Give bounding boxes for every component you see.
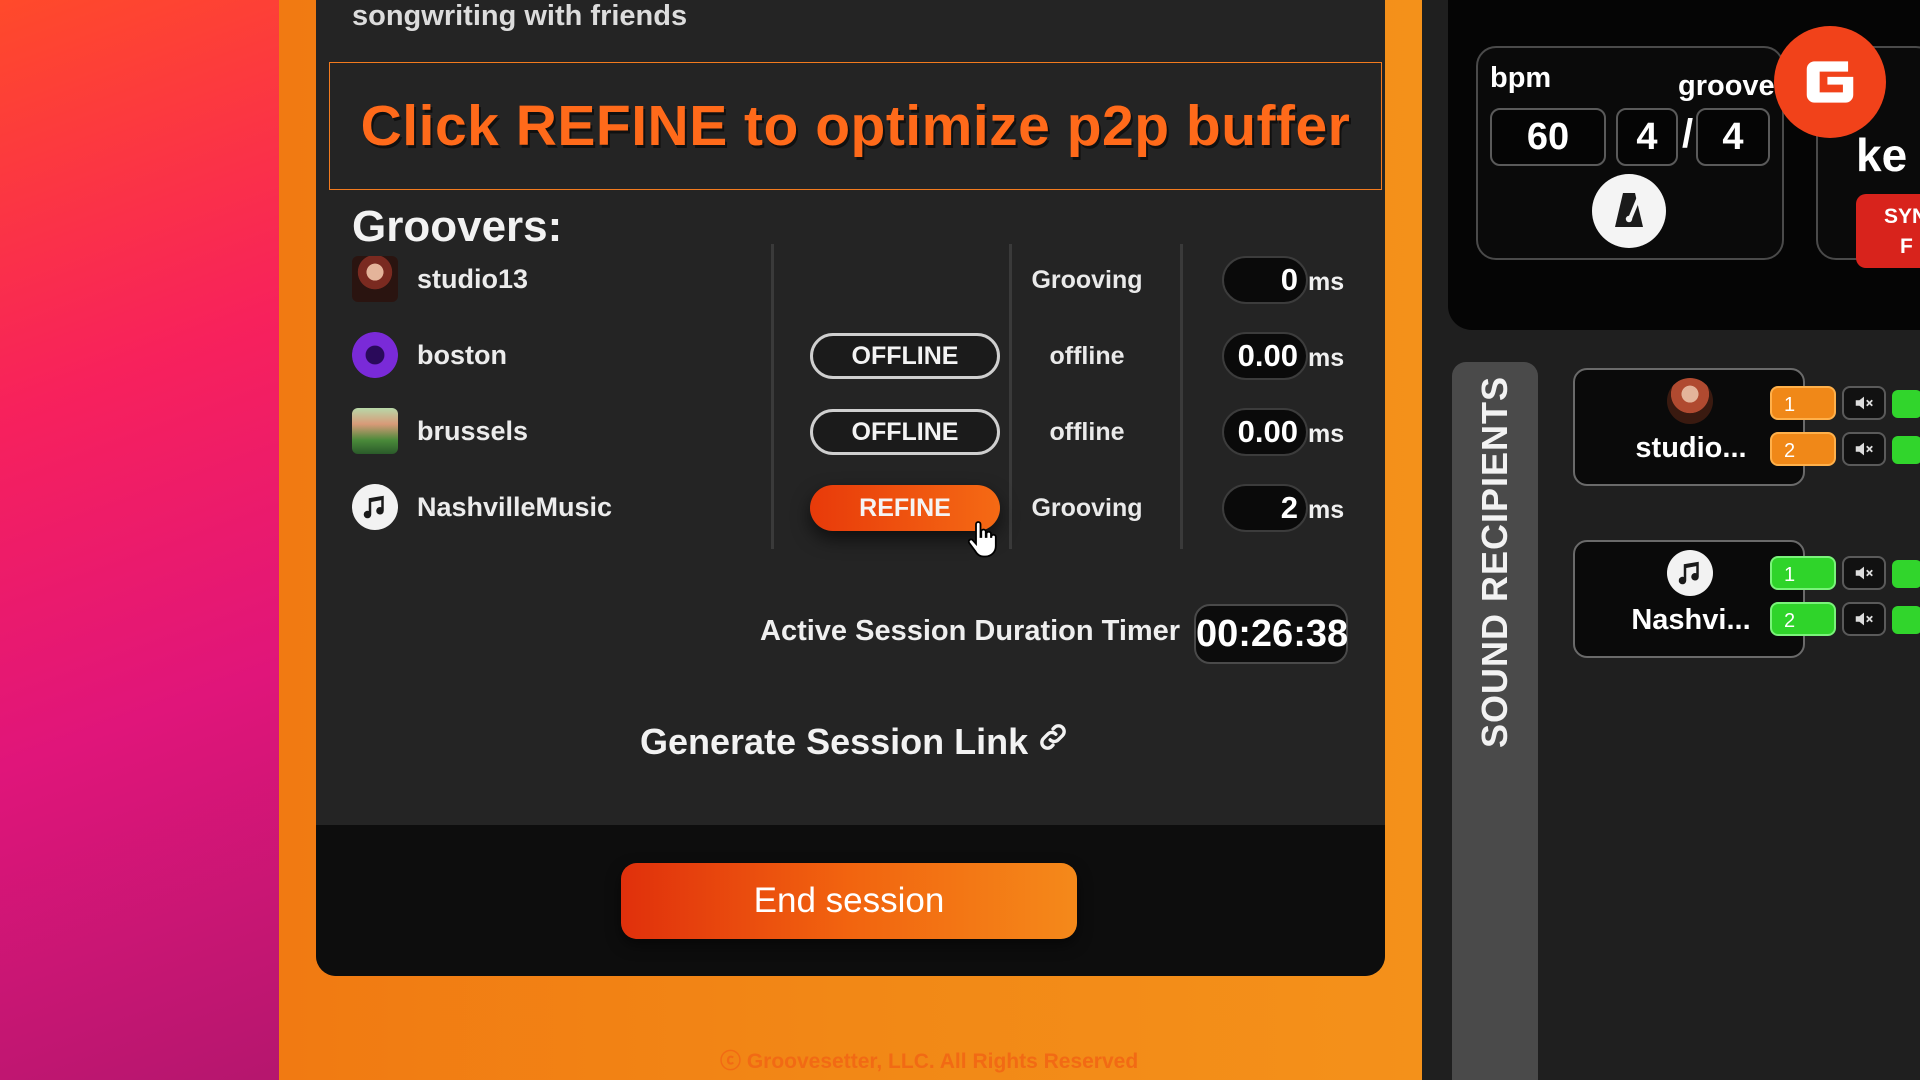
channel-row: 1	[1770, 386, 1920, 420]
generate-session-link[interactable]: Generate Session Link	[640, 720, 1070, 763]
latency-unit: ms	[1308, 344, 1345, 372]
music-note-icon	[1667, 550, 1713, 596]
channel-row: 2	[1770, 432, 1920, 466]
sync-button[interactable]: SYN F	[1856, 194, 1920, 268]
mute-icon[interactable]	[1842, 602, 1886, 636]
metronome-icon[interactable]	[1592, 174, 1666, 248]
sound-recipients-title: SOUND RECIPIENTS	[1474, 375, 1516, 749]
banner-text: Click REFINE to optimize p2p buffer	[360, 94, 1351, 158]
photo-avatar	[1667, 378, 1713, 424]
groovers-heading: Groovers:	[352, 202, 563, 251]
sound-recipients-strip: SOUND RECIPIENTS	[1452, 362, 1538, 1080]
latency-value: 0	[1222, 256, 1308, 304]
groovesetter-logo-icon	[1774, 26, 1886, 138]
groover-name: boston	[417, 340, 507, 370]
groove-label: groove	[1678, 70, 1775, 102]
channel-number[interactable]: 2	[1770, 602, 1836, 636]
copyright-text: ⓒ Groovesetter, LLC. All Rights Reserved	[720, 1050, 1139, 1073]
groover-row: studio13 Grooving 0 ms	[316, 250, 1385, 310]
music-note-icon	[352, 484, 398, 530]
channel-row: 2	[1770, 602, 1920, 636]
tempo-card: bpm groove 60 4 / 4	[1476, 46, 1784, 260]
latency-value: 2	[1222, 484, 1308, 532]
sync-label: SYN	[1884, 205, 1920, 228]
session-link-label: Generate Session Link	[640, 720, 1029, 762]
bpm-label: bpm	[1490, 62, 1552, 94]
photo-avatar	[352, 408, 398, 454]
latency-value: 0.00	[1222, 408, 1308, 456]
hand-cursor-icon	[964, 520, 1000, 565]
timer-label: Active Session Duration Timer	[760, 615, 1181, 647]
latency-unit: ms	[1308, 420, 1345, 448]
photo-avatar	[352, 256, 398, 302]
refine-hint-banner: Click REFINE to optimize p2p buffer	[329, 62, 1382, 190]
link-icon	[1036, 720, 1070, 763]
groover-row: brussels OFFLINE offline 0.00 ms	[316, 402, 1385, 462]
channel-indicator	[1892, 390, 1920, 418]
session-panel: songwriting with friends Click REFINE to…	[316, 0, 1385, 976]
groover-name: NashvilleMusic	[417, 492, 613, 522]
mute-icon[interactable]	[1842, 386, 1886, 420]
groover-name: studio13	[417, 264, 529, 294]
session-timer: 00:26:38	[1194, 604, 1348, 664]
note-value-input[interactable]: 4	[1696, 108, 1770, 166]
channel-indicator	[1892, 560, 1920, 588]
channel-number[interactable]: 2	[1770, 432, 1836, 466]
groover-status: offline	[1049, 342, 1125, 370]
latency-unit: ms	[1308, 496, 1345, 524]
groover-name: brussels	[417, 416, 529, 446]
channel-indicator	[1892, 436, 1920, 464]
channel-row: 1	[1770, 556, 1920, 590]
channel-indicator	[1892, 606, 1920, 634]
sync-label-2: F	[1900, 235, 1913, 258]
offline-button[interactable]: OFFLINE	[810, 333, 1000, 379]
groover-status: Grooving	[1031, 494, 1143, 522]
session-subtitle: songwriting with friends	[352, 0, 688, 32]
desktop-background	[0, 0, 280, 1080]
mute-icon[interactable]	[1842, 556, 1886, 590]
logo-avatar	[352, 332, 398, 378]
sync-card-title: ke	[1856, 129, 1908, 181]
end-session-button[interactable]: End session	[621, 863, 1077, 939]
latency-value: 0.00	[1222, 332, 1308, 380]
groover-status: Grooving	[1031, 266, 1143, 294]
mute-icon[interactable]	[1842, 432, 1886, 466]
groover-status: offline	[1049, 418, 1125, 446]
latency-unit: ms	[1308, 268, 1345, 296]
channel-number[interactable]: 1	[1770, 556, 1836, 590]
offline-button[interactable]: OFFLINE	[810, 409, 1000, 455]
beats-input[interactable]: 4	[1616, 108, 1678, 166]
channel-number[interactable]: 1	[1770, 386, 1836, 420]
time-signature-slash: /	[1682, 112, 1694, 156]
groover-row: NashvilleMusic REFINE Grooving 2 ms	[316, 478, 1385, 538]
groover-row: boston OFFLINE offline 0.00 ms	[316, 326, 1385, 386]
bpm-input[interactable]: 60	[1490, 108, 1606, 166]
